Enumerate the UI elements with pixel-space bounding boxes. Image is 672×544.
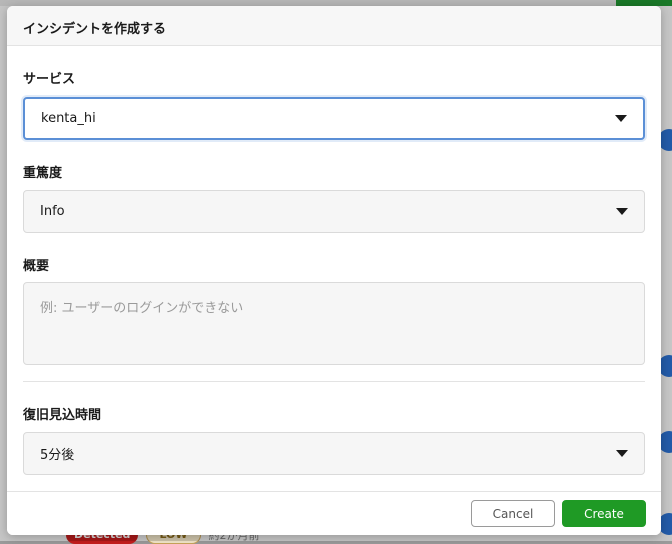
modal-footer: Cancel Create bbox=[7, 491, 661, 535]
modal-header: インシデントを作成する bbox=[7, 6, 661, 46]
recovery-select-value: 5分後 bbox=[40, 448, 75, 463]
chevron-down-icon bbox=[616, 450, 628, 457]
cancel-button[interactable]: Cancel bbox=[471, 500, 555, 527]
severity-label: 重篤度 bbox=[23, 166, 63, 181]
summary-textarea[interactable]: 例: ユーザーのログインができない bbox=[23, 282, 645, 365]
chevron-down-icon bbox=[616, 208, 628, 215]
modal-title: インシデントを作成する bbox=[23, 22, 167, 37]
create-button[interactable]: Create bbox=[562, 500, 646, 527]
section-divider bbox=[23, 381, 645, 382]
service-label: サービス bbox=[23, 72, 76, 87]
service-select[interactable]: kenta_hi bbox=[23, 97, 645, 140]
modal-body: サービス kenta_hi 重篤度 Info 概要 例: ユーザーのログインがで… bbox=[7, 47, 661, 491]
create-incident-modal: インシデントを作成する サービス kenta_hi 重篤度 Info 概要 例:… bbox=[7, 6, 661, 535]
recovery-label: 復旧見込時間 bbox=[23, 408, 102, 423]
recovery-select[interactable]: 5分後 bbox=[23, 432, 645, 475]
service-select-value: kenta_hi bbox=[41, 111, 96, 126]
chevron-down-icon bbox=[615, 115, 627, 122]
summary-label: 概要 bbox=[23, 259, 50, 274]
severity-select-value: Info bbox=[40, 204, 65, 219]
severity-select[interactable]: Info bbox=[23, 190, 645, 233]
